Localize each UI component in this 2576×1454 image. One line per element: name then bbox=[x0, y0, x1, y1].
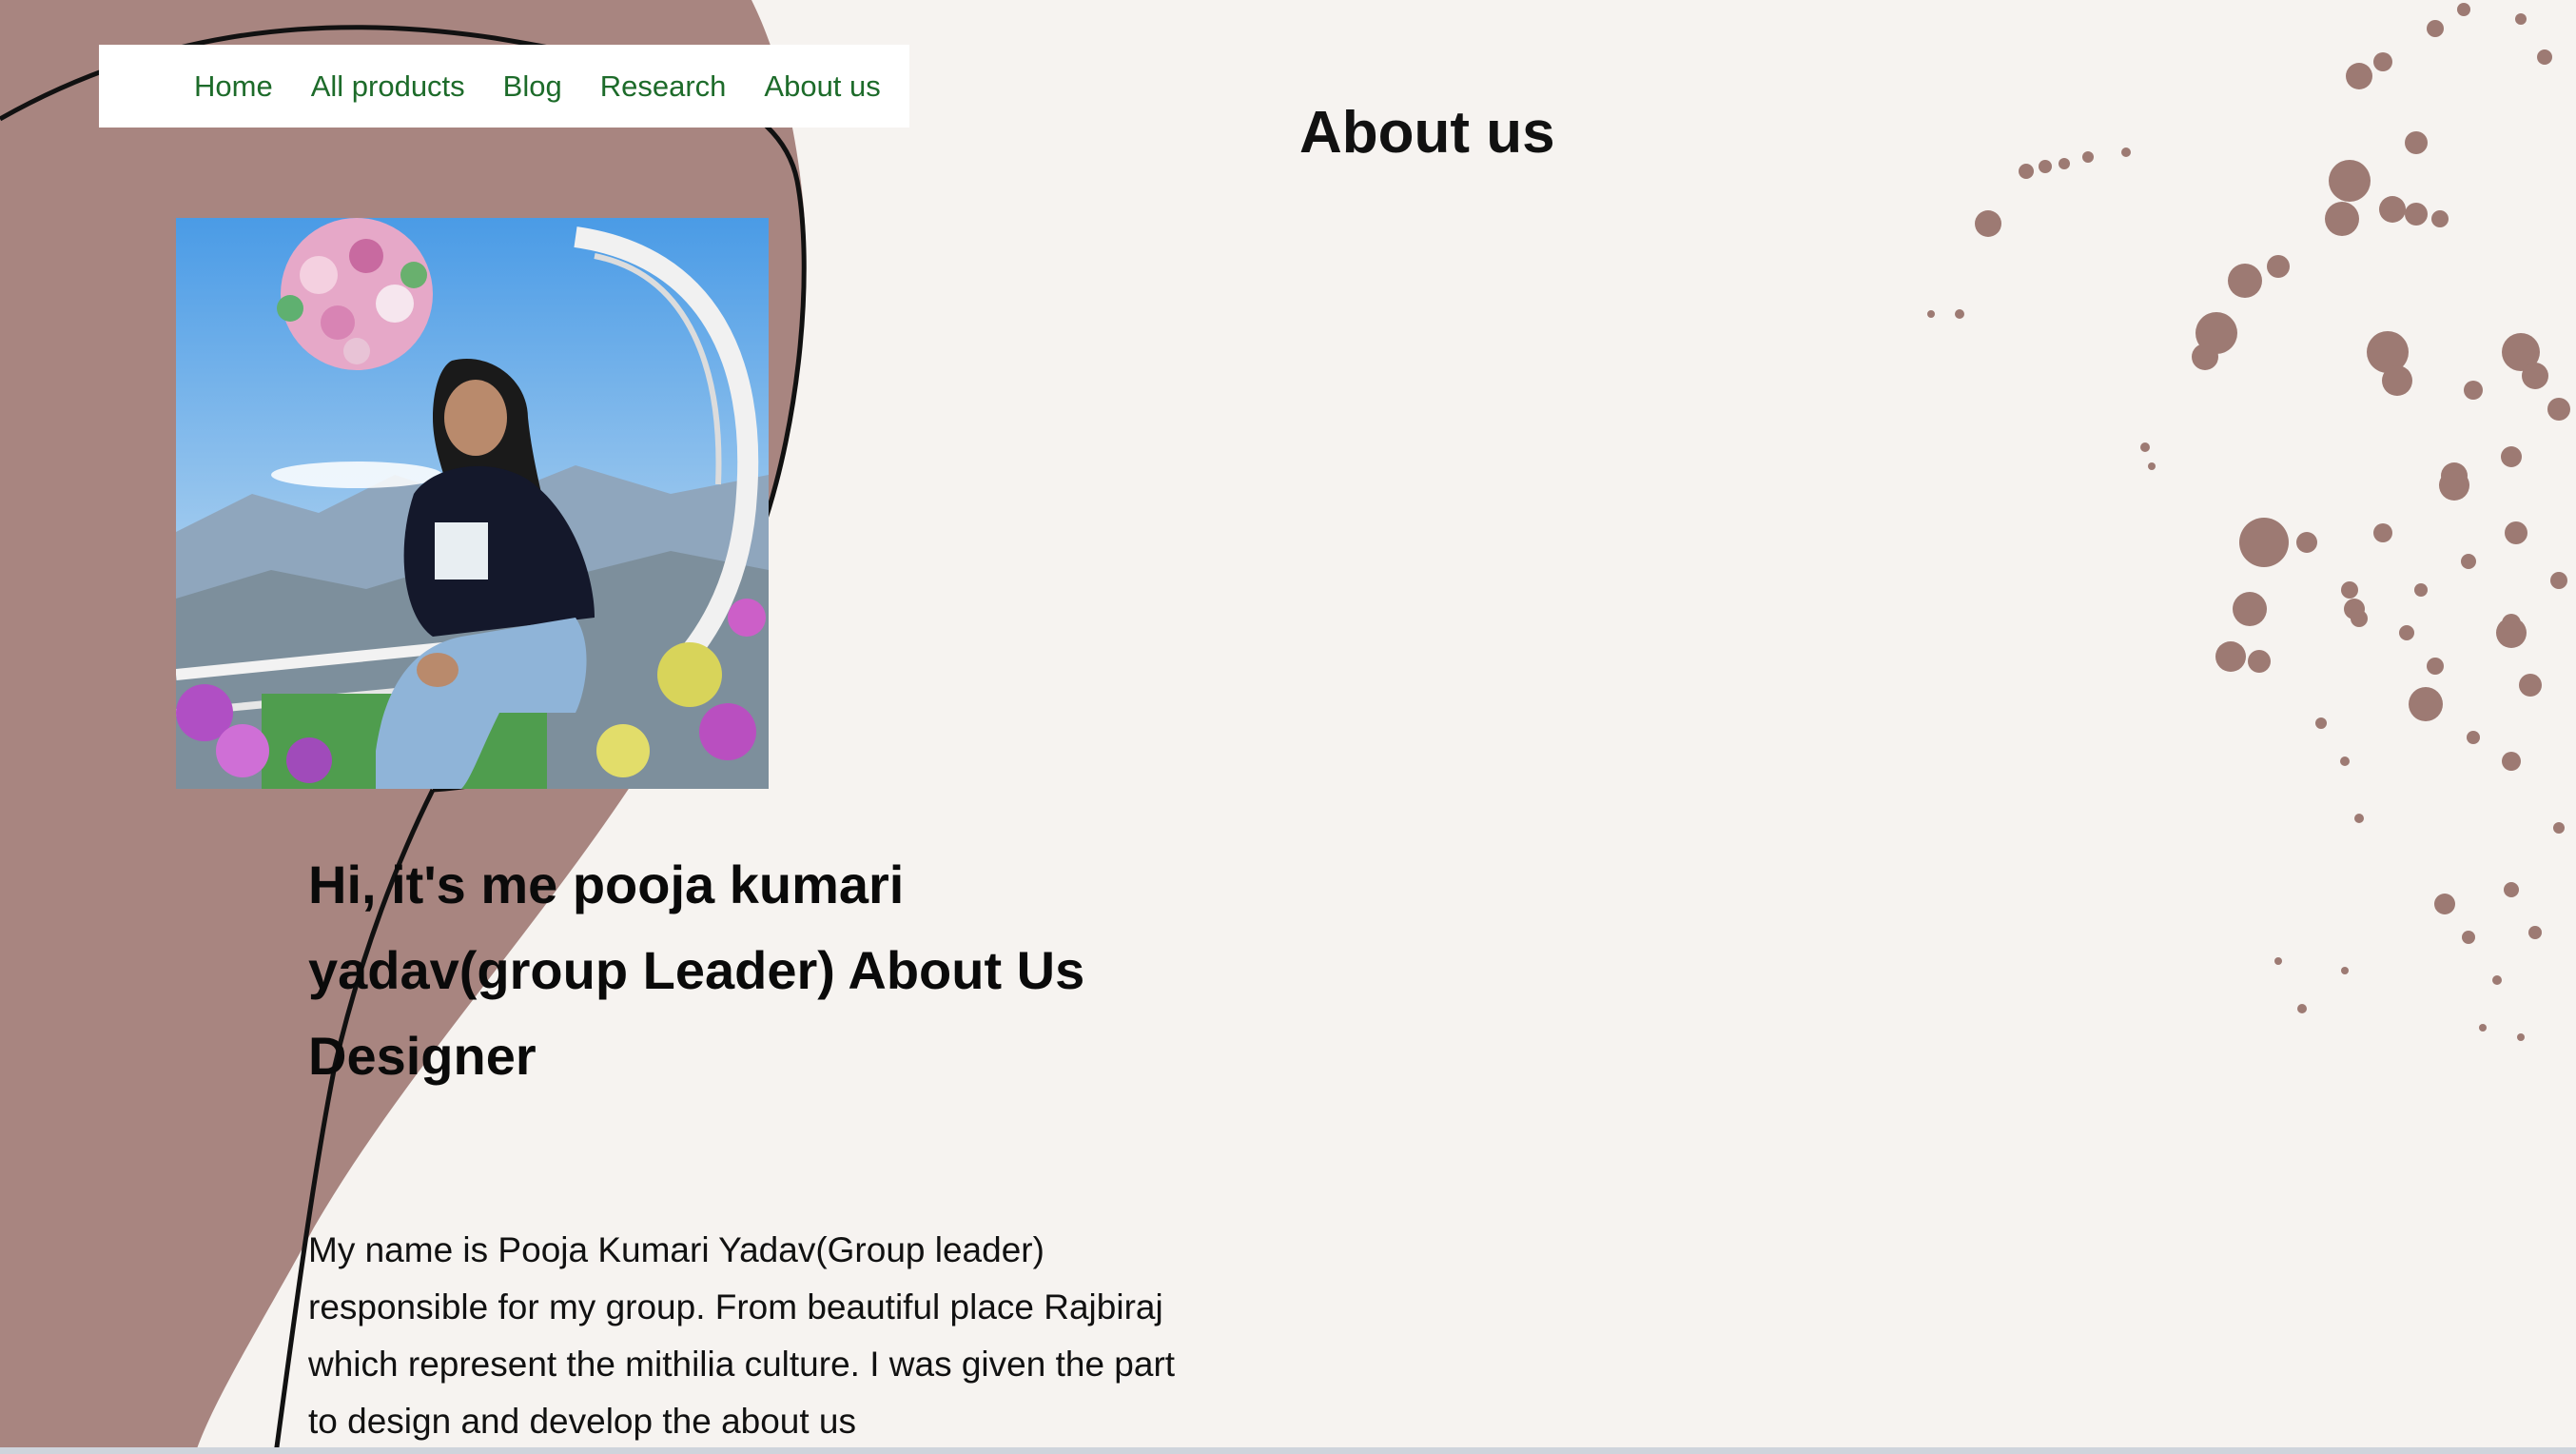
nav-home-link[interactable]: Home bbox=[194, 69, 273, 104]
intro-heading: Hi, it's me pooja kumari yadav(group Lea… bbox=[308, 855, 1085, 1086]
about-page: Home All products Blog Research About us… bbox=[0, 0, 2576, 1454]
profile-photo-illustration bbox=[176, 218, 769, 789]
paint-splatter bbox=[1927, 3, 2570, 1041]
nav-about-us-link[interactable]: About us bbox=[764, 69, 880, 104]
nav-all-products-link[interactable]: All products bbox=[311, 69, 465, 104]
nav-research-link[interactable]: Research bbox=[600, 69, 727, 104]
bio-paragraph: My name is Pooja Kumari Yadav(Group lead… bbox=[308, 1230, 1176, 1441]
window-bottom-edge bbox=[0, 1447, 2576, 1454]
profile-photo bbox=[176, 218, 769, 789]
page-title: About us bbox=[1299, 100, 1555, 166]
nav-blog-link[interactable]: Blog bbox=[503, 69, 562, 104]
top-navbar: Home All products Blog Research About us bbox=[99, 45, 909, 128]
